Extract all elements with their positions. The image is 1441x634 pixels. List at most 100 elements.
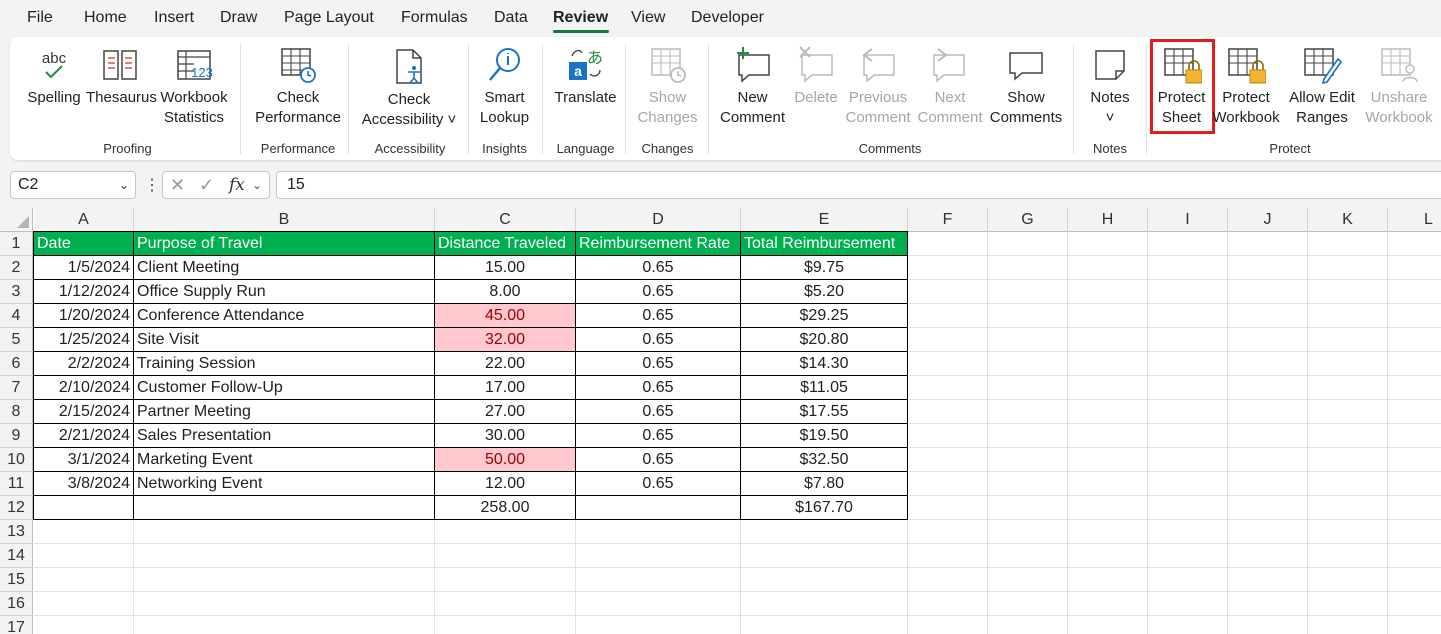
data-cell[interactable]: 0.65 [576, 400, 740, 424]
total-cell[interactable] [134, 496, 434, 520]
check-performance-button[interactable]: Check Performance [248, 37, 348, 137]
row-header-16[interactable]: 16 [0, 592, 33, 616]
tab-developer[interactable]: Developer [691, 8, 764, 28]
row-header-5[interactable]: 5 [0, 328, 33, 352]
column-header-j[interactable]: J [1228, 208, 1308, 232]
data-cell[interactable]: 0.65 [576, 304, 740, 328]
data-cell[interactable]: 0.65 [576, 376, 740, 400]
name-box[interactable]: C2 ⌄ [10, 171, 136, 199]
data-cell[interactable]: 30.00 [435, 424, 575, 448]
header-cell[interactable]: Distance Traveled [435, 232, 575, 256]
data-cell[interactable]: 1/25/2024 [34, 328, 133, 352]
total-cell[interactable] [576, 496, 740, 520]
header-cell[interactable]: Total Reimbursement [741, 232, 907, 256]
notes-button[interactable]: Notes ˅ [1080, 37, 1140, 137]
new-comment-button[interactable]: New Comment [715, 37, 790, 137]
column-header-g[interactable]: G [988, 208, 1068, 232]
tab-insert[interactable]: Insert [154, 8, 194, 28]
smart-lookup-button[interactable]: Smart Lookup [472, 37, 537, 137]
tab-home[interactable]: Home [84, 8, 127, 28]
header-cell[interactable]: Reimbursement Rate [576, 232, 740, 256]
row-header-2[interactable]: 2 [0, 256, 33, 280]
data-cell[interactable]: $14.30 [741, 352, 907, 376]
data-cell[interactable]: $29.25 [741, 304, 907, 328]
cancel-icon[interactable]: ✕ [170, 175, 185, 196]
row-header-10[interactable]: 10 [0, 448, 33, 472]
data-cell[interactable]: $32.50 [741, 448, 907, 472]
spelling-button[interactable]: abc Spelling [20, 37, 88, 137]
insert-function-icon[interactable]: fx [229, 175, 245, 195]
data-cell[interactable]: 2/21/2024 [34, 424, 133, 448]
tab-file[interactable]: File [27, 8, 53, 28]
row-header-1[interactable]: 1 [0, 232, 33, 256]
data-cell[interactable]: 3/8/2024 [34, 472, 133, 496]
header-cell[interactable]: Date [34, 232, 133, 256]
column-header-i[interactable]: I [1148, 208, 1228, 232]
data-cell[interactable]: 17.00 [435, 376, 575, 400]
data-cell[interactable]: 50.00 [435, 448, 575, 472]
data-cell[interactable]: 3/1/2024 [34, 448, 133, 472]
column-header-c[interactable]: C [435, 208, 576, 232]
tab-draw[interactable]: Draw [220, 8, 257, 28]
more-options-icon[interactable]: ⋮ [144, 175, 160, 195]
unshare-workbook-button[interactable]: Unshare Workbook [1361, 37, 1437, 137]
previous-comment-button[interactable]: Previous Comment [843, 37, 913, 137]
show-comments-button[interactable]: Show Comments [986, 37, 1066, 137]
formula-input[interactable]: 15 [276, 171, 1441, 199]
data-cell[interactable]: Office Supply Run [134, 280, 434, 304]
row-header-3[interactable]: 3 [0, 280, 33, 304]
workbook-statistics-button[interactable]: 123 Workbook Statistics [155, 37, 233, 137]
data-cell[interactable]: Networking Event [134, 472, 434, 496]
show-changes-button[interactable]: Show Changes [630, 37, 705, 137]
enter-icon[interactable]: ✓ [199, 175, 214, 196]
total-cell[interactable]: $167.70 [741, 496, 907, 520]
data-cell[interactable]: 0.65 [576, 328, 740, 352]
data-cell[interactable]: 1/12/2024 [34, 280, 133, 304]
data-cell[interactable]: 22.00 [435, 352, 575, 376]
row-header-15[interactable]: 15 [0, 568, 33, 592]
column-header-l[interactable]: L [1388, 208, 1441, 232]
data-cell[interactable]: 45.00 [435, 304, 575, 328]
data-cell[interactable]: Sales Presentation [134, 424, 434, 448]
data-cell[interactable]: 1/20/2024 [34, 304, 133, 328]
row-header-8[interactable]: 8 [0, 400, 33, 424]
select-all-corner[interactable] [0, 208, 33, 232]
data-cell[interactable]: Conference Attendance [134, 304, 434, 328]
check-accessibility-button[interactable]: Check Accessibility ˅ [353, 39, 465, 139]
data-cell[interactable]: 0.65 [576, 280, 740, 304]
chevron-down-icon[interactable]: ⌄ [119, 172, 129, 198]
data-cell[interactable]: $11.05 [741, 376, 907, 400]
chevron-down-icon[interactable]: ⌄ [252, 178, 262, 192]
data-cell[interactable]: 0.65 [576, 256, 740, 280]
data-cell[interactable]: 0.65 [576, 352, 740, 376]
data-cell[interactable]: $7.80 [741, 472, 907, 496]
header-cell[interactable]: Purpose of Travel [134, 232, 434, 256]
tab-review[interactable]: Review [553, 8, 608, 28]
tab-formulas[interactable]: Formulas [401, 8, 468, 28]
data-cell[interactable]: 0.65 [576, 424, 740, 448]
data-cell[interactable]: Site Visit [134, 328, 434, 352]
row-header-17[interactable]: 17 [0, 616, 33, 634]
data-cell[interactable]: 8.00 [435, 280, 575, 304]
data-cell[interactable]: 2/2/2024 [34, 352, 133, 376]
row-header-11[interactable]: 11 [0, 472, 33, 496]
data-cell[interactable]: 2/10/2024 [34, 376, 133, 400]
data-cell[interactable]: Customer Follow-Up [134, 376, 434, 400]
delete-comment-button[interactable]: Delete [786, 37, 846, 137]
data-cell[interactable]: $5.20 [741, 280, 907, 304]
column-header-a[interactable]: A [34, 208, 134, 232]
column-header-d[interactable]: D [576, 208, 741, 232]
data-cell[interactable]: 0.65 [576, 472, 740, 496]
data-cell[interactable]: 12.00 [435, 472, 575, 496]
data-cell[interactable]: 2/15/2024 [34, 400, 133, 424]
row-header-14[interactable]: 14 [0, 544, 33, 568]
row-header-7[interactable]: 7 [0, 376, 33, 400]
column-header-k[interactable]: K [1308, 208, 1388, 232]
column-header-f[interactable]: F [908, 208, 988, 232]
data-cell[interactable]: 0.65 [576, 448, 740, 472]
column-header-h[interactable]: H [1068, 208, 1148, 232]
total-cell[interactable] [34, 496, 133, 520]
tab-data[interactable]: Data [494, 8, 528, 28]
next-comment-button[interactable]: Next Comment [915, 37, 985, 137]
data-cell[interactable]: $17.55 [741, 400, 907, 424]
